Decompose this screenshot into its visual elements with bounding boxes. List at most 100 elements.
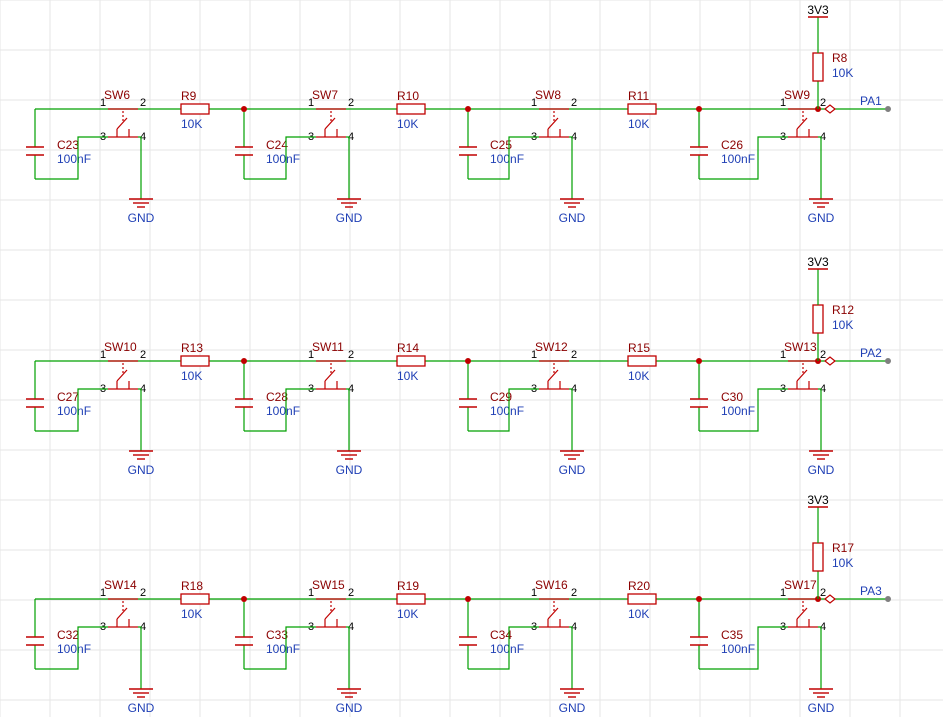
power-label: 3V3 [807, 255, 829, 269]
gnd-label: GND [559, 463, 586, 477]
pin-number: 2 [820, 97, 826, 109]
gnd-symbol [129, 450, 153, 460]
pullup-value: 10K [832, 318, 853, 332]
pin-number: 2 [820, 587, 826, 599]
resistor-body [180, 593, 210, 605]
port-label: PA2 [860, 346, 882, 360]
pin-number: 2 [348, 349, 354, 361]
switch-blade [796, 117, 808, 130]
resistor-body [180, 103, 210, 115]
tact-switch [316, 598, 346, 628]
switch-ref: SW9 [784, 88, 810, 102]
gnd-symbol [809, 688, 833, 698]
resistor-body [812, 304, 824, 334]
gnd-symbol [560, 450, 584, 460]
pullup-ref: R17 [832, 541, 854, 555]
capacitor [459, 636, 477, 646]
capacitor-value: 100nF [266, 152, 300, 166]
series-resistor [180, 355, 210, 367]
switch-ref: SW15 [312, 578, 345, 592]
tact-switch [539, 598, 569, 628]
switch-ref: SW6 [104, 88, 130, 102]
capacitor-value: 100nF [490, 404, 524, 418]
tact-switch [788, 360, 818, 390]
switch-ref: SW11 [312, 340, 344, 354]
port-label: PA3 [860, 584, 882, 598]
capacitor-value: 100nF [721, 404, 755, 418]
power-label: 3V3 [807, 3, 829, 17]
gnd-symbol [560, 688, 584, 698]
resistor-ref: R10 [397, 89, 419, 103]
capacitor-ref: C26 [721, 138, 743, 152]
capacitor-value: 100nF [57, 152, 91, 166]
switch-gnd-wire [818, 388, 822, 443]
resistor-body [396, 103, 426, 115]
capacitor-ref: C32 [57, 628, 79, 642]
series-resistor [180, 103, 210, 115]
gnd-symbol [129, 688, 153, 698]
tact-switch [316, 360, 346, 390]
port-diamond [824, 104, 836, 114]
capacitor-ref: C28 [266, 390, 288, 404]
series-resistor [627, 355, 657, 367]
capacitor [690, 146, 708, 156]
resistor-ref: R18 [181, 579, 203, 593]
junction-dot [241, 358, 247, 364]
switch-ref: SW16 [535, 578, 568, 592]
gnd-label: GND [336, 211, 363, 225]
resistor-ref: R20 [628, 579, 650, 593]
pin-number: 2 [348, 97, 354, 109]
series-resistor [180, 593, 210, 605]
resistor-body [627, 103, 657, 115]
resistor-value: 10K [397, 607, 418, 621]
switch-gnd-wire [346, 136, 350, 191]
gnd-symbol [809, 450, 833, 460]
resistor-value: 10K [181, 117, 202, 131]
gnd-label: GND [559, 211, 586, 225]
resistor-value: 10K [181, 369, 202, 383]
switch-gnd-wire [138, 626, 142, 681]
series-resistor [396, 593, 426, 605]
gnd-symbol [337, 688, 361, 698]
switch-gnd-wire [569, 388, 573, 443]
resistor-value: 10K [628, 117, 649, 131]
capacitor-value: 100nF [721, 152, 755, 166]
series-resistor [627, 103, 657, 115]
switch-blade [324, 607, 336, 620]
pin-number: 2 [571, 587, 577, 599]
switch-blade [324, 117, 336, 130]
resistor-value: 10K [397, 369, 418, 383]
junction-dot [241, 596, 247, 602]
pullup-value: 10K [832, 556, 853, 570]
resistor-ref: R9 [181, 89, 197, 103]
resistor-ref: R15 [628, 341, 650, 355]
resistor-body [812, 542, 824, 572]
pullup-resistor [812, 542, 824, 572]
capacitor-ref: C24 [266, 138, 288, 152]
capacitor-ref: C30 [721, 390, 743, 404]
capacitor-value: 100nF [490, 152, 524, 166]
switch-ref: SW14 [104, 578, 137, 592]
tact-switch [108, 360, 138, 390]
switch-blade [116, 117, 128, 130]
series-resistor [396, 103, 426, 115]
resistor-body [396, 355, 426, 367]
button-chain-row: C27100nF1 23 4SW10GNDR1310KC28100nF1 23 4SW1… [26, 255, 891, 477]
pullup-resistor [812, 304, 824, 334]
capacitor-value: 100nF [266, 642, 300, 656]
switch-gnd-wire [569, 626, 573, 681]
switch-gnd-wire [138, 388, 142, 443]
switch-blade [116, 369, 128, 382]
pin-number: 2 [140, 587, 146, 599]
capacitor-value: 100nF [490, 642, 524, 656]
series-resistor [627, 593, 657, 605]
pin-number: 2 [571, 349, 577, 361]
gnd-label: GND [808, 211, 835, 225]
gnd-label: GND [128, 701, 155, 715]
power-label: 3V3 [807, 493, 829, 507]
switch-gnd-wire [818, 626, 822, 681]
capacitor-value: 100nF [57, 642, 91, 656]
tact-switch [788, 108, 818, 138]
junction-dot [465, 596, 471, 602]
junction-dot [465, 106, 471, 112]
